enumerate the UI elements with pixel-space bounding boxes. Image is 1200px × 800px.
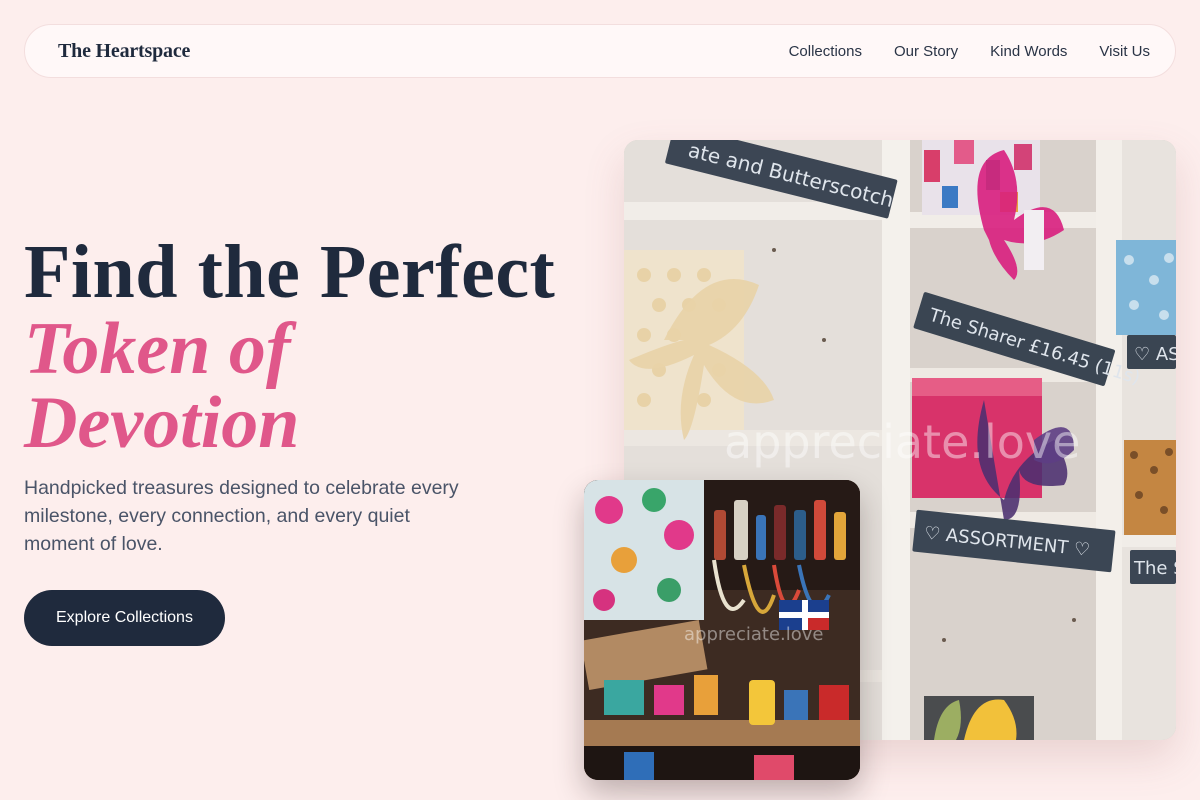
nav-link-collections[interactable]: Collections — [789, 43, 862, 60]
shelf-label-the-sha: The Sha — [1133, 558, 1176, 579]
hero-headline: Find the Perfect Token of Devotion — [24, 232, 604, 460]
top-nav: The Heartspace Collections Our Story Kin… — [24, 24, 1176, 78]
nav-link-visit-us[interactable]: Visit Us — [1099, 43, 1150, 60]
shelf-label-as: ♡ AS — [1134, 344, 1176, 365]
nav-link-our-story[interactable]: Our Story — [894, 43, 958, 60]
small-photo-watermark: appreciate.love — [684, 624, 823, 645]
main-photo-watermark: appreciate.love — [724, 415, 1080, 469]
hero-title-accent: Token of Devotion — [24, 308, 300, 464]
nav-links: Collections Our Story Kind Words Visit U… — [789, 43, 1150, 60]
nav-link-kind-words[interactable]: Kind Words — [990, 43, 1067, 60]
brand-logo[interactable]: The Heartspace — [58, 40, 190, 63]
hero-title-line: Find the Perfect — [24, 230, 556, 314]
explore-collections-button[interactable]: Explore Collections — [24, 590, 225, 646]
market-stall-photo: appreciate.love — [584, 480, 860, 780]
hero-subtitle: Handpicked treasures designed to celebra… — [24, 477, 459, 555]
